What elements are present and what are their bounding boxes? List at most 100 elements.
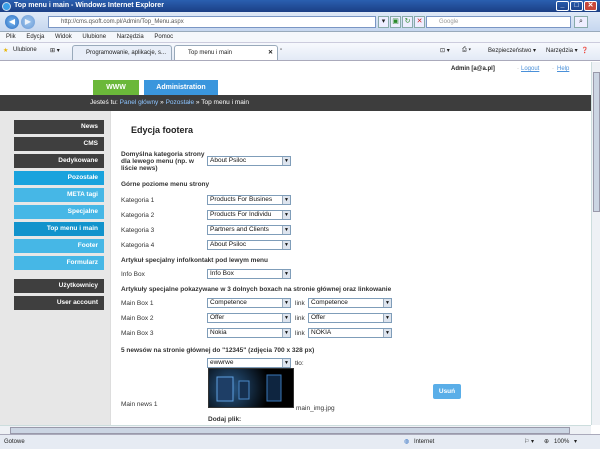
select-value: Partners and Clients [210,226,269,233]
select-value: Nokia [210,329,227,336]
zoom-icon[interactable]: ⊕ [544,435,549,449]
select-value: Offer [210,314,225,321]
main-box-2-label: Main Box 2 [121,315,154,322]
tlo-label: tło: [295,360,304,367]
breadcrumb-current: Top menu i main [201,99,249,106]
stop-icon[interactable]: ✕ [414,16,425,28]
sidebar-item-news[interactable]: News [14,120,104,134]
main-box-3-select[interactable]: Nokia ▼ [207,328,291,338]
menu-narzedzia[interactable]: Narzędzia [117,34,144,40]
category-1-select[interactable]: Products For Busines ▼ [207,195,291,205]
protected-mode-icon[interactable]: ⚐ ▾ [524,435,534,449]
compat-icon[interactable]: ▣ [390,16,401,28]
maximize-button[interactable]: □ [570,1,583,11]
tab-label: Top menu i main [188,50,233,56]
vertical-scrollbar[interactable] [591,62,600,425]
refresh-icon[interactable]: ↻ [402,16,413,28]
category-1-label: Kategoria 1 [121,197,155,204]
main-box-2-select[interactable]: Offer ▼ [207,313,291,323]
minimize-button[interactable]: _ [556,1,569,11]
tools-label: Narzędzia [546,48,574,54]
menu-edycja[interactable]: Edycja [26,34,44,40]
horizontal-scrollbar[interactable] [0,425,591,434]
menu-plik[interactable]: Plik [6,34,16,40]
zoom-dropdown-icon[interactable]: ▾ [574,435,577,449]
link-label: link [295,300,305,307]
breadcrumb-link-pozostale[interactable]: Pozostałe [166,99,195,106]
tab-top-menu[interactable]: Top menu i main ✕ [174,45,278,60]
thumbnail-graphic [216,374,282,402]
favorites-label[interactable]: Ulubione [13,47,37,53]
dropdown-icon[interactable]: ▾ [378,16,389,28]
breadcrumb-link-panel[interactable]: Panel główny [120,99,159,106]
help-icon[interactable]: ❓ [581,47,588,54]
chevron-down-icon: ▼ [282,196,290,204]
page-title: Edycja footera [131,125,194,135]
rss-icon[interactable]: ⊡ ▾ [440,47,450,54]
menu-widok[interactable]: Widok [55,34,72,40]
logout-link[interactable]: Logout [521,66,539,72]
forward-icon[interactable]: ▶ [21,15,35,29]
current-user: Admin [a@a.pl] [451,66,495,72]
scrollbar-thumb[interactable] [593,72,600,212]
info-box-select[interactable]: Info Box ▼ [207,269,291,279]
help-link[interactable]: Help [557,66,569,72]
link-label: link [295,315,305,322]
sidebar-item-specjalne[interactable]: Specjalne [14,205,104,219]
sidebar-item-top-menu[interactable]: Top menu i main [14,222,104,236]
menu-pomoc[interactable]: Pomoc [154,34,173,40]
star-icon[interactable]: ★ [3,47,8,54]
sidebar: News CMS Dedykowane Pozostałe META tagi … [0,111,110,425]
chevron-down-icon: ▼ [282,270,290,278]
select-value: About Psiloc [210,241,247,248]
sidebar-item-cms[interactable]: CMS [14,137,104,151]
sidebar-item-user-account[interactable]: User account [14,296,104,310]
search-icon[interactable]: ⌕ [574,16,588,28]
security-menu[interactable]: Bezpieczeństwo ▾ [488,47,536,54]
news-1-select[interactable]: ewwrwe ▼ [207,358,291,368]
zoom-level[interactable]: 100% [554,435,569,449]
close-tab-icon[interactable]: ✕ [268,46,273,60]
select-value: ewwrwe [210,359,234,366]
tab-administration[interactable]: Administration [144,80,218,95]
new-tab-icon[interactable]: ▫ [280,47,282,53]
chevron-down-icon: ▼ [282,241,290,249]
category-4-select[interactable]: About Psiloc ▼ [207,240,291,250]
scrollbar-thumb[interactable] [10,427,570,434]
sidebar-item-uzytkownicy[interactable]: Użytkownicy [14,279,104,293]
back-icon[interactable]: ◀ [5,15,19,29]
quick-tabs-icon[interactable]: ⊞ ▾ [50,47,60,54]
category-2-select[interactable]: Products For Individu ▼ [207,210,291,220]
main-box-1-select[interactable]: Competence ▼ [207,298,291,308]
sidebar-item-formularz[interactable]: Formularz [14,256,104,270]
top-tabs: WWW Administration [0,76,591,96]
sidebar-item-meta-tagi[interactable]: META tagi [14,188,104,202]
default-category-select[interactable]: About Psiloc ▼ [207,156,291,166]
delete-button[interactable]: Usuń [433,384,461,399]
tab-www[interactable]: WWW [93,80,139,95]
tab-programowanie[interactable]: Programowanie, aplikacje, s... [72,45,172,60]
address-input[interactable]: http://cms.qsoft.com.pl/Admin/Top_Menu.a… [48,16,376,28]
select-value: Products For Individu [210,211,272,218]
search-input[interactable]: Google [426,16,571,28]
window-title: Top menu i main - Windows Internet Explo… [14,2,164,9]
main-box-3-link-select[interactable]: NOKIA ▼ [308,328,392,338]
status-text: Gotowe [4,439,25,445]
select-value: Competence [210,299,247,306]
print-icon[interactable]: ⎙ ▾ [462,47,471,54]
close-button[interactable]: ✕ [584,1,597,11]
chevron-down-icon: ▼ [282,314,290,322]
main-box-1-link-select[interactable]: Competence ▼ [308,298,392,308]
special-article-heading: Artykuł specjalny info/kontakt pod lewym… [121,257,269,264]
category-4-label: Kategoria 4 [121,242,155,249]
sidebar-item-pozostale[interactable]: Pozostałe [14,171,104,185]
main-boxes-heading: Artykuły specjalne pokazywane w 3 dolnyc… [121,286,392,293]
chevron-down-icon: ▼ [282,299,290,307]
tools-menu[interactable]: Narzędzia ▾ [546,47,578,54]
category-3-select[interactable]: Partners and Clients ▼ [207,225,291,235]
main-box-2-link-select[interactable]: Offer ▼ [308,313,392,323]
menu-ulubione[interactable]: Ulubione [82,34,106,40]
sidebar-item-footer[interactable]: Footer [14,239,104,253]
info-box-label: Info Box [121,271,145,278]
sidebar-item-dedykowane[interactable]: Dedykowane [14,154,104,168]
